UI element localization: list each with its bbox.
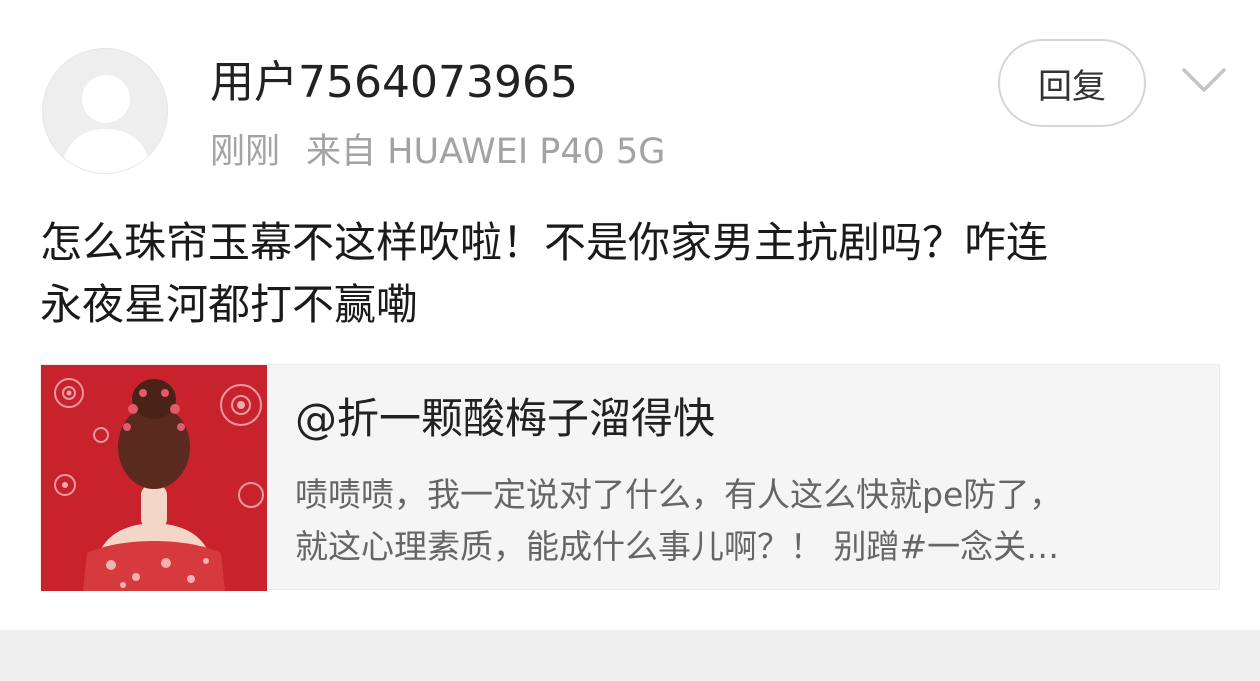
chevron-down-icon[interactable] <box>1178 54 1230 106</box>
quoted-post-line: 啧啧啧，我一定说对了什么，有人这么快就pe防了， <box>295 475 1063 514</box>
timestamp: 刚刚 <box>210 132 281 172</box>
comment-item: 用户7564073965 刚刚 来自 HUAWEI P40 5G 回复 怎么珠帘玉… <box>0 0 1260 630</box>
reply-button[interactable]: 回复 <box>998 39 1146 127</box>
quoted-post-author[interactable]: @折一颗酸梅子溜得快 <box>295 391 715 447</box>
username[interactable]: 用户7564073965 <box>210 54 578 112</box>
quoted-post-line: 就这心理素质，能成什么事儿啊？！ 别蹭#一念关… <box>295 527 1060 566</box>
comment-text-line: 怎么珠帘玉幕不这样吹啦！不是你家男主抗剧吗？咋连 <box>40 218 1049 267</box>
avatar[interactable] <box>42 48 168 174</box>
section-divider <box>0 630 1260 681</box>
comment-meta: 刚刚 来自 HUAWEI P40 5G <box>210 128 665 176</box>
default-user-avatar-icon <box>43 49 167 173</box>
quoted-post-thumbnail <box>41 365 267 591</box>
quoted-post-card[interactable]: @折一颗酸梅子溜得快 啧啧啧，我一定说对了什么，有人这么快就pe防了， 就这心理… <box>40 364 1220 591</box>
device-source: 来自 HUAWEI P40 5G <box>306 132 666 172</box>
quoted-post-excerpt: 啧啧啧，我一定说对了什么，有人这么快就pe防了， 就这心理素质，能成什么事儿啊？… <box>295 469 1195 573</box>
comment-text: 怎么珠帘玉幕不这样吹啦！不是你家男主抗剧吗？咋连 永夜星河都打不赢嘞 <box>40 212 1230 336</box>
comment-text-line: 永夜星河都打不赢嘞 <box>40 280 419 329</box>
